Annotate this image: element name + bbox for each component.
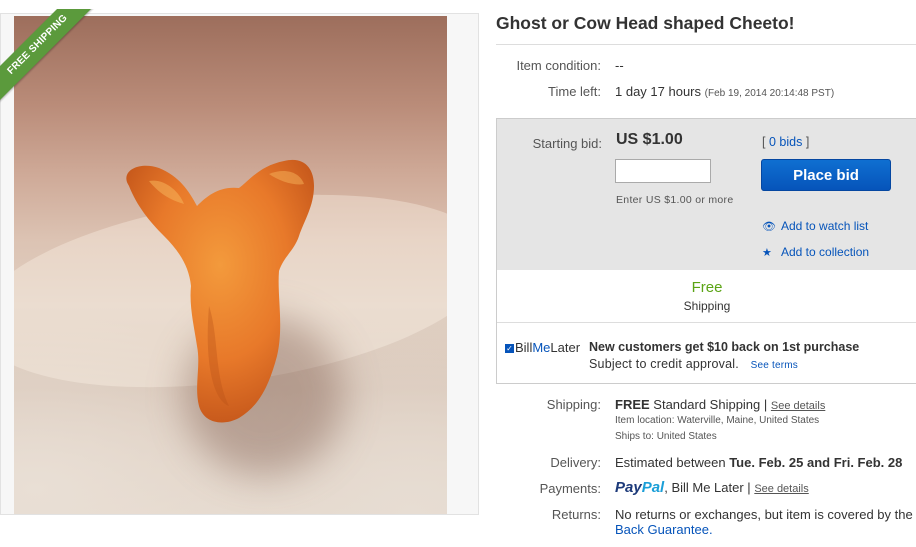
place-bid-button[interactable]: Place bid <box>761 159 891 191</box>
item-location-label: Item location: <box>615 415 675 426</box>
watch-list-label: Add to watch list <box>781 219 869 233</box>
paypal-logo: PayPal <box>615 479 664 496</box>
free-shipping-ribbon: FREE SHIPPING <box>0 9 110 119</box>
returns-text: No returns or exchanges, but item is cov… <box>615 507 913 522</box>
logo-later: Later <box>550 340 581 355</box>
bill-me-later-logo: ✓ BillMeLater <box>505 340 580 355</box>
bid-amount-input[interactable] <box>615 159 711 183</box>
shipping-details-link[interactable]: See details <box>771 400 825 412</box>
bill-me-later-headline: New customers get $10 back on 1st purcha… <box>589 340 860 354</box>
ships-to: Ships to: United States <box>615 431 717 442</box>
bid-input-note: Enter US $1.00 or more <box>616 194 734 206</box>
check-icon: ✓ <box>505 344 514 353</box>
delivery-dates: Tue. Feb. 25 and Fri. Feb. 28 <box>729 455 903 470</box>
bids-count: [ 0 bids ] <box>762 135 809 149</box>
item-location-value: Waterville, Maine, United States <box>677 415 820 426</box>
free-shipping-sub: Shipping <box>683 299 731 313</box>
item-location: Item location: Waterville, Maine, United… <box>615 415 819 426</box>
add-to-watch-list-link[interactable]: 👁 Add to watch list <box>762 219 868 233</box>
end-time: (Feb 19, 2014 20:14:48 PST) <box>704 88 835 99</box>
payments-label: Payments: <box>539 481 601 496</box>
bill-me-later-sub: Subject to credit approval. See terms <box>589 357 798 371</box>
free-shipping-word: Free <box>691 279 723 296</box>
condition-label: Item condition: <box>516 58 601 73</box>
bids-bracket-close: ] <box>805 135 810 149</box>
money-back-guarantee-link[interactable]: Back Guarantee. <box>615 522 713 537</box>
ribbon-label: FREE SHIPPING <box>0 9 104 111</box>
bid-panel: Starting bid: US $1.00 Enter US $1.00 or… <box>497 119 916 270</box>
star-icon: ★ <box>762 247 772 259</box>
bids-count-link[interactable]: 0 bids <box>769 135 802 149</box>
shipping-free: FREE <box>615 397 650 412</box>
delivery-label: Delivery: <box>550 455 601 470</box>
shipping-label: Shipping: <box>546 397 601 412</box>
time-left-value: 1 day 17 hours (Feb 19, 2014 20:14:48 PS… <box>615 84 834 99</box>
delivery-prefix: Estimated between <box>615 455 726 470</box>
condition-value: -- <box>615 58 624 73</box>
delivery-value: Estimated between Tue. Feb. 25 and Fri. … <box>615 455 902 470</box>
payments-value: PayPal, Bill Me Later | See details <box>615 479 809 496</box>
credit-approval-text: Subject to credit approval. <box>589 357 739 371</box>
shipping-value: FREE Standard Shipping | See details <box>615 397 825 412</box>
time-left-label: Time left: <box>548 84 601 99</box>
starting-bid-label: Starting bid: <box>532 136 602 151</box>
title-divider <box>496 44 916 45</box>
returns-label: Returns: <box>551 507 601 522</box>
paypal-logo-pal: Pal <box>641 479 665 496</box>
starting-bid-price: US $1.00 <box>616 131 683 148</box>
time-left-duration: 1 day 17 hours <box>615 84 702 99</box>
collection-label: Add to collection <box>781 245 870 259</box>
logo-bill: Bill <box>515 340 533 355</box>
ships-to-label: Ships to: <box>615 431 654 442</box>
bids-bracket-open: [ <box>762 135 766 149</box>
payments-details-link[interactable]: See details <box>754 483 808 495</box>
paypal-logo-pay: Pay <box>615 479 642 496</box>
bid-box: Starting bid: US $1.00 Enter US $1.00 or… <box>496 118 916 384</box>
cheeto-shape <box>126 159 314 423</box>
shipping-service: Standard Shipping | <box>653 397 768 412</box>
add-to-collection-link[interactable]: ★ Add to collection <box>762 245 869 259</box>
eye-icon: 👁 <box>762 221 776 233</box>
item-title: Ghost or Cow Head shaped Cheeto! <box>496 13 795 33</box>
ships-to-value: United States <box>656 431 717 442</box>
see-terms-link[interactable]: See terms <box>751 360 798 371</box>
payments-other: , Bill Me Later | <box>664 480 751 495</box>
logo-me: Me <box>532 340 551 355</box>
free-shipping-box: Free Shipping <box>497 270 916 323</box>
